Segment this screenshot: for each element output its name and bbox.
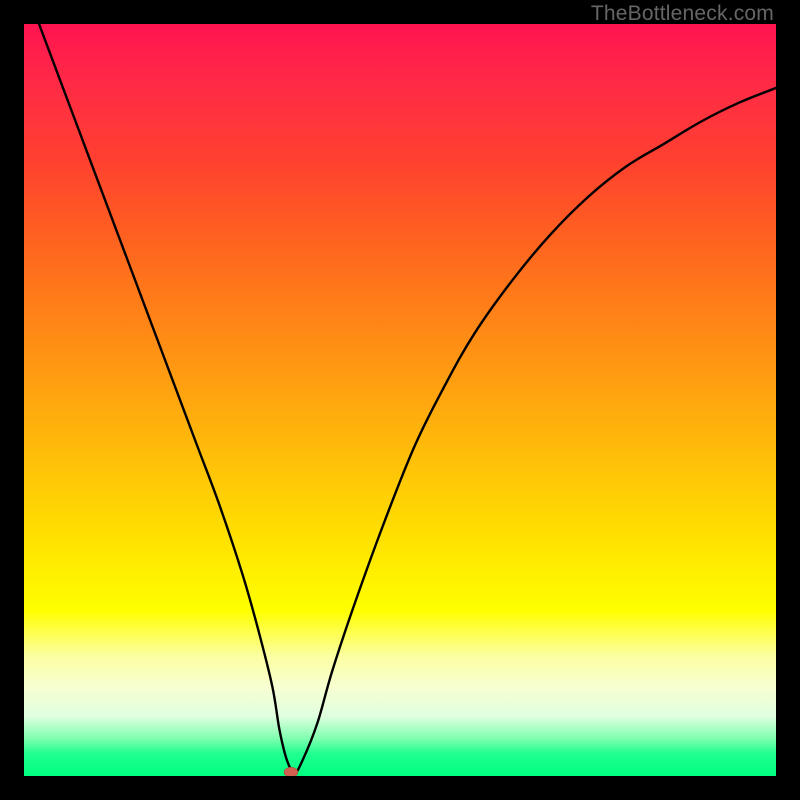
chart-container: TheBottleneck.com: [0, 0, 800, 800]
plot-area: [24, 24, 776, 776]
bottleneck-curve: [39, 24, 776, 772]
watermark-text: TheBottleneck.com: [591, 2, 774, 26]
optimal-marker: [284, 767, 298, 776]
chart-svg: [24, 24, 776, 776]
